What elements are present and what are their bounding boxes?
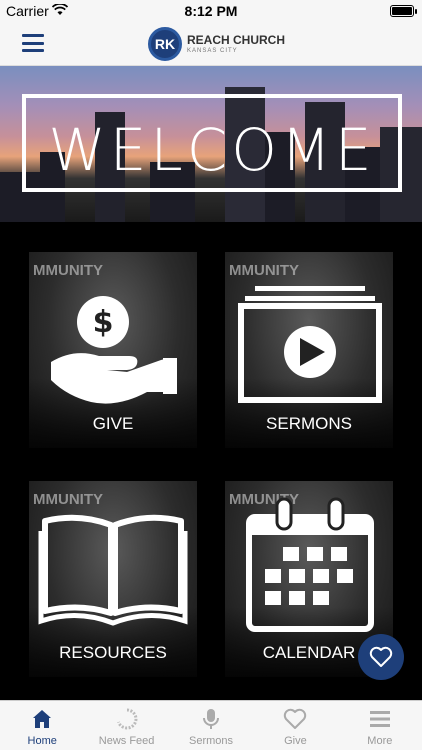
clock: 8:12 PM: [184, 3, 238, 19]
tab-news-feed[interactable]: News Feed: [84, 701, 168, 750]
logo-subtitle: KANSAS CITY: [187, 48, 238, 54]
tab-label: News Feed: [98, 735, 155, 747]
home-icon: [33, 710, 52, 728]
microphone-icon: [203, 709, 220, 729]
logo-title: REACH CHURCH: [187, 33, 285, 47]
give-label: GIVE: [92, 414, 134, 433]
tab-bar: Home News Feed Sermons Give More: [0, 700, 422, 750]
logo-mark: RK: [148, 27, 182, 61]
nav-bar: RK REACH CHURCH KANSAS CITY: [0, 22, 422, 66]
status-bar: Carrier 8:12 PM: [0, 0, 422, 22]
tab-sermons[interactable]: Sermons: [169, 701, 253, 750]
resources-label: RESOURCES: [59, 643, 167, 662]
menu-icon: [369, 711, 390, 727]
tab-label: Home: [27, 735, 57, 747]
give-tile[interactable]: MMUNITY $ GIVE: [29, 252, 197, 448]
sermons-label: SERMONS: [266, 414, 352, 433]
resources-tile[interactable]: MMUNITY RESOURCES: [29, 481, 197, 677]
church-logo: RK REACH CHURCH KANSAS CITY: [148, 26, 285, 62]
heart-outline-icon: [284, 708, 307, 729]
svg-text:$: $: [93, 305, 114, 340]
tab-give[interactable]: Give: [253, 701, 337, 750]
heart-icon: [369, 646, 393, 667]
tab-label: Give: [284, 735, 307, 747]
welcome-text: WELCOME: [48, 116, 376, 184]
tab-label: More: [367, 735, 393, 747]
favorite-button[interactable]: [358, 634, 404, 680]
tab-label: Sermons: [189, 735, 234, 747]
welcome-frame: WELCOME: [22, 94, 402, 192]
tile-grid: MMUNITY $ GIVE MMUNITY SERMONS MMUNITY R…: [0, 222, 422, 699]
hamburger-menu-icon[interactable]: [22, 34, 44, 52]
sermons-tile[interactable]: MMUNITY SERMONS: [225, 252, 393, 448]
welcome-banner: WELCOME: [0, 66, 422, 222]
tab-home[interactable]: Home: [0, 701, 84, 750]
battery-icon: [390, 5, 417, 17]
refresh-icon: [116, 708, 138, 730]
tab-more[interactable]: More: [338, 701, 422, 750]
